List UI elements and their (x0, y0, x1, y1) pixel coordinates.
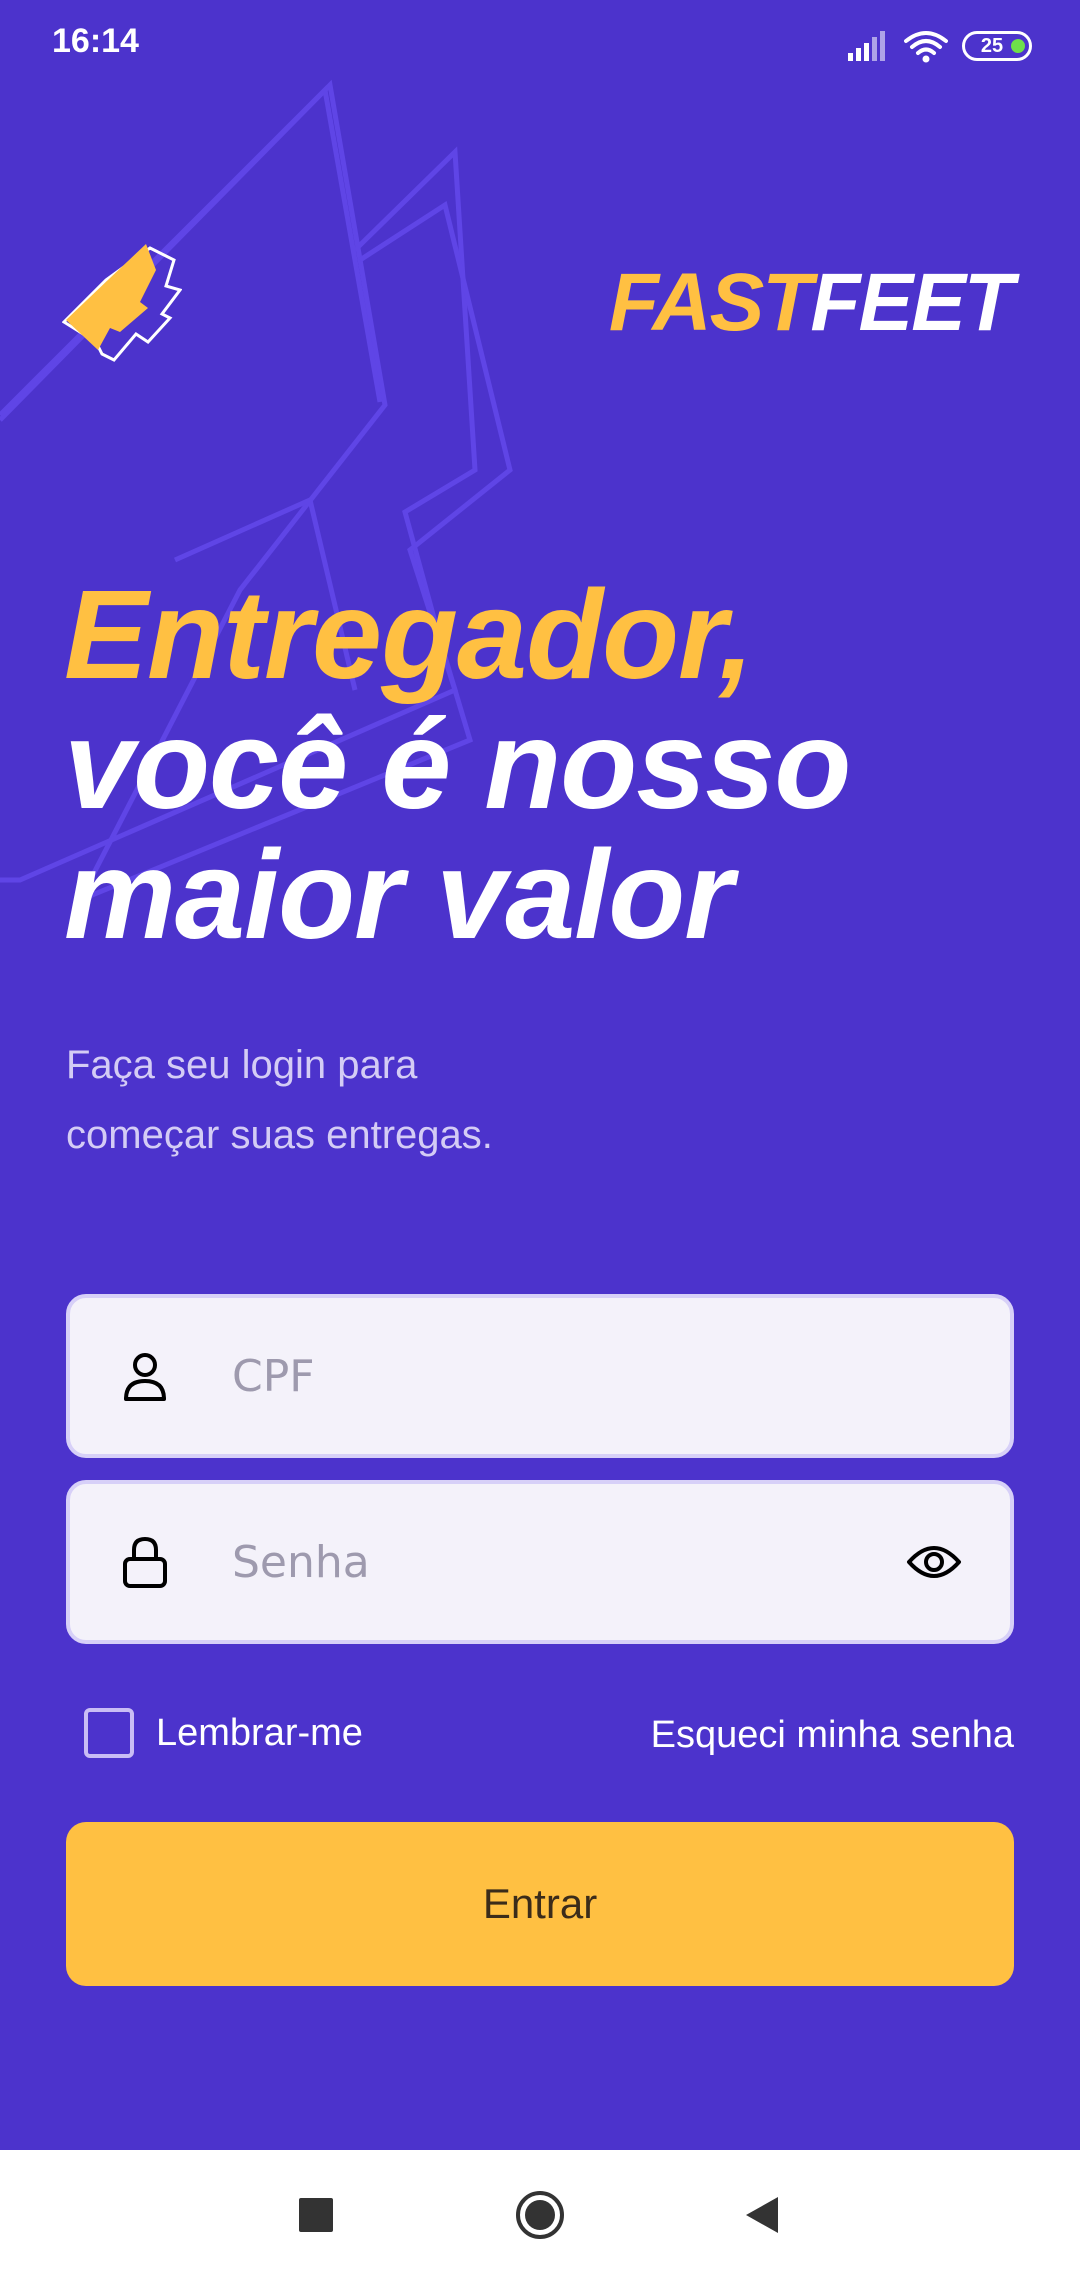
user-icon (120, 1351, 170, 1401)
signal-icon (848, 31, 885, 61)
remember-me[interactable]: Lembrar-me (84, 1708, 363, 1758)
triangle-back-icon[interactable] (732, 2185, 792, 2245)
remember-checkbox[interactable] (84, 1708, 134, 1758)
brand-feet: FEET (810, 257, 1014, 348)
status-bar: 16:14 25 (0, 0, 1080, 90)
remember-label: Lembrar-me (156, 1711, 363, 1754)
headline-line-3: maior valor (64, 824, 733, 965)
status-icons: 25 (848, 26, 1032, 66)
forgot-password-link[interactable]: Esqueci minha senha (651, 1714, 1014, 1757)
cpf-input[interactable] (232, 1298, 1010, 1454)
subtitle-line-1: Faça seu login para (66, 1043, 418, 1087)
headline-line-2: você é nosso (64, 694, 851, 835)
navigation-bar (0, 2150, 1080, 2280)
brand-wordmark: FASTFEET (609, 262, 1014, 344)
square-icon[interactable] (286, 2185, 346, 2245)
subtitle-line-2: começar suas entregas. (66, 1113, 493, 1157)
headline-line-1: Entregador, (64, 564, 754, 705)
battery-indicator: 25 (962, 31, 1032, 61)
eye-icon[interactable] (904, 1532, 964, 1592)
password-field[interactable] (66, 1480, 1014, 1644)
lock-icon (120, 1536, 170, 1588)
charging-dot (1011, 39, 1025, 53)
circle-icon[interactable] (510, 2185, 570, 2245)
battery-level: 25 (980, 34, 1004, 57)
wifi-icon (904, 31, 948, 63)
status-time: 16:14 (52, 22, 139, 60)
login-button-label: Entrar (482, 1880, 598, 1927)
subtitle: Faça seu login para começar suas entrega… (66, 1030, 493, 1170)
brand-fast: FAST (608, 257, 813, 348)
headline: Entregador, você é nosso maior valor (64, 564, 851, 965)
fastfeet-logo-icon (62, 244, 182, 362)
login-screen: 16:14 25 FASTFEET Entregador, você é nos… (0, 0, 1080, 2150)
cpf-field[interactable] (66, 1294, 1014, 1458)
login-button[interactable]: Entrar (66, 1822, 1014, 1986)
password-input[interactable] (232, 1484, 904, 1640)
